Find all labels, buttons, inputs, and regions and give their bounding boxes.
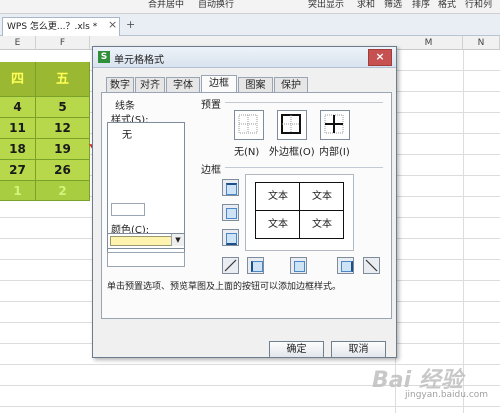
document-tab-bar: WPS 怎么更...？.xls * × + [0, 14, 500, 36]
preset-group-label: 预置 [201, 100, 221, 111]
column-header-m[interactable]: M [395, 36, 463, 50]
border-bottom-icon [226, 233, 237, 245]
border-vertical-icon [294, 261, 305, 272]
preview-cell: 文本 [312, 219, 332, 230]
tab-pattern[interactable]: 图案 [238, 77, 273, 92]
cell-e-5[interactable]: 1 [0, 181, 36, 201]
document-tab[interactable]: WPS 怎么更...？.xls * [2, 17, 120, 36]
filter-button[interactable]: 筛选 [384, 0, 402, 10]
grid-line [463, 50, 464, 413]
border-left-icon [251, 261, 263, 272]
preset-outline-label: 外边框(O) [269, 147, 315, 158]
cell-e-2[interactable]: 11 [0, 118, 36, 139]
border-middle-vertical-button[interactable] [290, 257, 307, 274]
sum-button[interactable]: 求和 [357, 0, 375, 10]
column-header-n[interactable]: N [463, 36, 500, 50]
border-group-divider [225, 167, 383, 168]
style-none-option[interactable]: 无 [122, 126, 132, 141]
border-horizontal-icon [226, 208, 237, 219]
cell-f-5[interactable]: 2 [36, 181, 90, 201]
cell-e-header[interactable]: 四 [0, 62, 36, 97]
border-diagonal-down-button[interactable] [363, 257, 380, 274]
preset-group-divider [225, 102, 383, 103]
preset-inside-label: 内部(I) [319, 147, 350, 158]
preset-inside-button[interactable] [320, 110, 350, 140]
border-preview[interactable]: 文本 文本 文本 文本 [245, 174, 354, 251]
cell-f-4[interactable]: 26 [36, 160, 90, 181]
border-top-icon [226, 183, 237, 195]
document-tab-label: WPS 怎么更...？.xls * [7, 22, 98, 32]
border-right-icon [341, 261, 353, 272]
cell-e-3[interactable]: 18 [0, 139, 36, 160]
line-group-label: 线条 [115, 101, 135, 112]
cell-e-4[interactable]: 27 [0, 160, 36, 181]
column-header-f[interactable]: F [36, 36, 90, 50]
watermark-url: jingyan.baidu.com [405, 390, 489, 400]
border-top-button[interactable] [222, 179, 239, 196]
border-bottom-button[interactable] [222, 229, 239, 246]
border-inside-icon [324, 114, 344, 134]
border-middle-horizontal-button[interactable] [222, 204, 239, 221]
cell-e-1[interactable]: 4 [0, 97, 36, 118]
dialog-title-bar[interactable]: S 单元格格式 × [93, 47, 396, 68]
dialog-title: 单元格格式 [114, 55, 164, 66]
line-style-sample[interactable] [111, 203, 145, 216]
spreadsheet-app-icon: S [98, 51, 110, 63]
color-swatch [110, 236, 172, 246]
rows-columns-button[interactable]: 行和列 [465, 0, 492, 10]
preset-none-label: 无(N) [234, 147, 260, 158]
tab-number[interactable]: 数字 [106, 77, 134, 92]
tab-alignment[interactable]: 对齐 [135, 77, 165, 92]
preview-cell: 文本 [312, 191, 332, 202]
preset-none-button[interactable] [234, 110, 264, 140]
cell-f-header[interactable]: 五 [36, 62, 90, 97]
format-button[interactable]: 格式 [438, 0, 456, 10]
cell-format-dialog: S 单元格格式 × 数字 对齐 字体 边框 图案 保护 线条 样式(S): 无 … [92, 46, 397, 358]
ribbon-toolbar: 合并居中 自动换行 突出显示 求和 筛选 排序 格式 行和列 [0, 0, 500, 14]
border-hint-text: 单击预置选项、预览草图及上面的按钮可以添加边框样式。 [107, 282, 342, 292]
sort-button[interactable]: 排序 [412, 0, 430, 10]
diagonal-up-icon [224, 259, 237, 272]
preview-cell: 文本 [268, 219, 288, 230]
ok-button[interactable]: 确定 [269, 341, 324, 358]
tab-protection[interactable]: 保护 [274, 77, 308, 92]
border-left-button[interactable] [247, 257, 264, 274]
tab-border[interactable]: 边框 [201, 75, 237, 93]
preview-cell: 文本 [268, 191, 288, 202]
cell-f-1[interactable]: 5 [36, 97, 90, 118]
cell-f-2[interactable]: 12 [36, 118, 90, 139]
border-outline-icon [281, 114, 301, 134]
preset-outline-button[interactable] [277, 110, 307, 140]
close-icon[interactable]: × [368, 49, 392, 66]
chevron-down-icon[interactable]: ▼ [171, 234, 184, 246]
preview-table[interactable]: 文本 文本 文本 文本 [255, 182, 344, 239]
wrap-text-button[interactable]: 自动换行 [198, 0, 234, 10]
diagonal-down-icon [365, 259, 378, 272]
merge-center-button[interactable]: 合并居中 [148, 0, 184, 10]
new-tab-icon[interactable]: + [126, 18, 135, 31]
border-diagonal-up-button[interactable] [222, 257, 239, 274]
border-none-icon [238, 114, 258, 134]
cell-f-3[interactable]: 19 [36, 139, 90, 160]
border-right-button[interactable] [337, 257, 354, 274]
color-dropdown[interactable]: ▼ [107, 233, 185, 249]
color-preview-field [107, 252, 185, 267]
border-group-label: 边框 [201, 165, 221, 176]
close-tab-icon[interactable]: × [108, 18, 117, 31]
column-header-e[interactable]: E [0, 36, 36, 50]
tab-font[interactable]: 字体 [166, 77, 200, 92]
highlight-button[interactable]: 突出显示 [308, 0, 344, 10]
cancel-button[interactable]: 取消 [331, 341, 386, 358]
